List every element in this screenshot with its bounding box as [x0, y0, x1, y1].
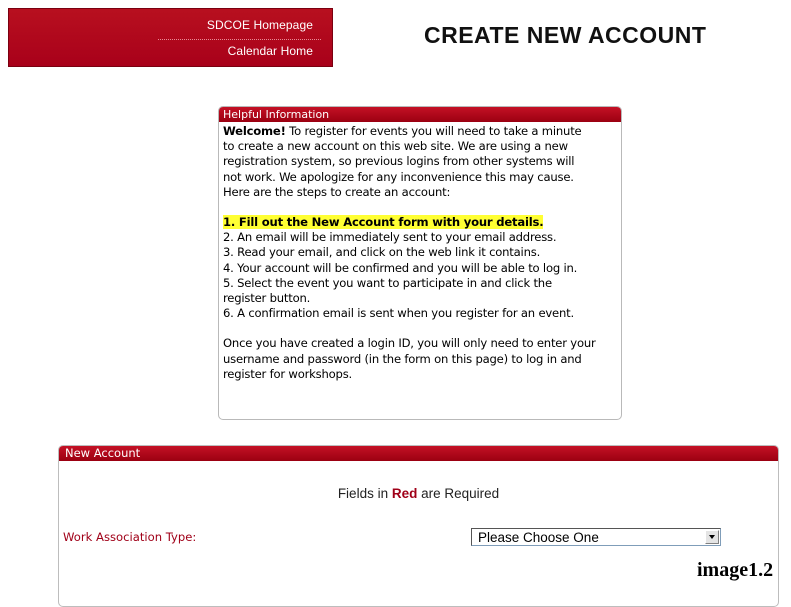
image-caption: image1.2 — [697, 559, 774, 581]
step-6: 6. A confirmation email is sent when you… — [223, 306, 574, 321]
work-association-label: Work Association Type: — [63, 530, 197, 544]
step-3: 3. Read your email, and click on the web… — [223, 245, 541, 260]
nav-link-sdcoe-homepage[interactable]: SDCOE Homepage — [207, 18, 313, 32]
step-1: 1. Fill out the New Account form with yo… — [223, 215, 544, 230]
step-5: 5. Select the event you want to particip… — [223, 275, 552, 290]
step-5-cont: register button. — [223, 291, 311, 306]
helpful-information-header: Helpful Information — [219, 107, 621, 122]
intro-line: Welcome! To register for events you will… — [223, 124, 582, 138]
intro-line: to create a new account on this web site… — [223, 139, 568, 154]
intro-line: registration system, so previous logins … — [223, 154, 575, 169]
work-association-value: Please Choose One — [478, 530, 599, 545]
required-fields-note: Fields in Red are Required — [337, 486, 500, 501]
step-2: 2. An email will be immediately sent to … — [223, 230, 557, 245]
intro-line: Here are the steps to create an account: — [223, 184, 451, 199]
dropdown-arrow-icon[interactable] — [705, 530, 719, 544]
new-account-panel: New Account Fields in Red are Required W… — [58, 445, 779, 607]
welcome-text: Welcome! — [223, 124, 286, 138]
helpful-information-panel: Helpful Information Welcome! To register… — [218, 106, 622, 420]
nav-link-calendar-home[interactable]: Calendar Home — [228, 44, 313, 58]
outro-line: username and password (in the form on th… — [223, 351, 582, 366]
outro-line: register for workshops. — [223, 366, 353, 381]
new-account-header: New Account — [59, 446, 778, 461]
outro-line: Once you have created a login ID, you wi… — [223, 336, 596, 351]
helpful-information-body: Welcome! To register for events you will… — [219, 122, 621, 382]
page-title: CREATE NEW ACCOUNT — [424, 22, 707, 48]
nav-divider — [158, 39, 321, 40]
intro-line: not work. We apologize for any inconveni… — [223, 169, 574, 184]
work-association-select[interactable]: Please Choose One — [471, 528, 721, 546]
site-nav: SDCOE Homepage Calendar Home — [8, 8, 333, 67]
step-4: 4. Your account will be confirmed and yo… — [223, 260, 578, 275]
